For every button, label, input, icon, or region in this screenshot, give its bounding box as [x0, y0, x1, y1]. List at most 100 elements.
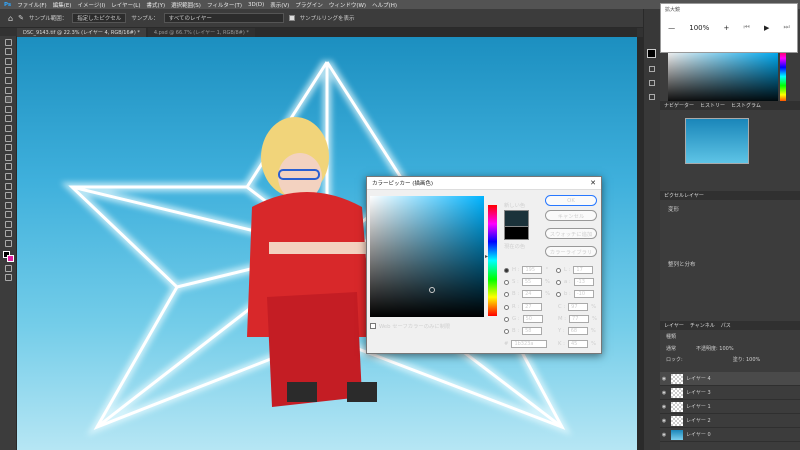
properties-panel-icon[interactable]: [649, 80, 655, 86]
zoom-tool-icon[interactable]: [4, 230, 12, 238]
hex-input[interactable]: 1b323a: [511, 340, 548, 348]
tab-4-psd[interactable]: 4.psd @ 66.7% (レイヤー 1, RGB/8#) *: [147, 28, 255, 37]
fill-value[interactable]: 100%: [746, 357, 760, 363]
eraser-tool-icon[interactable]: [4, 144, 12, 152]
screen-mode-icon[interactable]: [4, 274, 12, 282]
navigator-thumbnail[interactable]: [685, 118, 749, 164]
adjustments-panel-icon[interactable]: [649, 94, 655, 100]
b-radio[interactable]: [504, 291, 509, 297]
visibility-eye-icon[interactable]: ◉: [660, 404, 668, 410]
history-panel-icon[interactable]: [649, 66, 655, 72]
color-libraries-button[interactable]: カラーライブラリ: [545, 246, 597, 257]
cyan-input[interactable]: 97: [568, 303, 589, 311]
visibility-eye-icon[interactable]: ◉: [660, 376, 668, 382]
r-radio[interactable]: [504, 304, 509, 310]
type-tool-icon[interactable]: [4, 192, 12, 200]
tab-paths[interactable]: パス: [721, 322, 731, 329]
hue-input[interactable]: 195: [522, 266, 543, 274]
visibility-eye-icon[interactable]: ◉: [660, 390, 668, 396]
skip-back-icon[interactable]: ⏮: [743, 23, 749, 32]
layer-row[interactable]: ◉ レイヤー 1: [660, 400, 800, 414]
healing-tool-icon[interactable]: [4, 105, 12, 113]
menu-item[interactable]: 表示(V): [270, 1, 289, 9]
eyedropper-icon[interactable]: ✎: [18, 14, 24, 22]
lab-b-radio[interactable]: [556, 291, 561, 297]
opacity-value[interactable]: 100%: [719, 346, 733, 352]
tab-properties[interactable]: ピクセルレイヤー: [664, 192, 704, 199]
menu-item[interactable]: イメージ(I): [77, 1, 105, 9]
tab-layers[interactable]: レイヤー: [664, 322, 684, 329]
zoom-out-button[interactable]: —: [668, 24, 675, 32]
sample-select[interactable]: すべてのレイヤー: [163, 13, 284, 23]
layer-row[interactable]: ◉ レイヤー 3: [660, 386, 800, 400]
hue-slider[interactable]: [488, 205, 497, 316]
visibility-eye-icon[interactable]: ◉: [660, 432, 668, 438]
dodge-tool-icon[interactable]: [4, 172, 12, 180]
layer-row[interactable]: ◉ レイヤー 4: [660, 372, 800, 386]
home-icon[interactable]: ⌂: [8, 14, 13, 23]
quick-select-tool-icon[interactable]: [4, 67, 12, 75]
h-radio[interactable]: [504, 267, 509, 273]
background-color-swatch[interactable]: [7, 255, 14, 263]
bb-radio[interactable]: [504, 328, 509, 334]
menu-item[interactable]: 書式(Y): [146, 1, 165, 9]
lasso-tool-icon[interactable]: [4, 57, 12, 65]
menu-item[interactable]: ヘルプ(H): [372, 1, 397, 9]
visibility-eye-icon[interactable]: ◉: [660, 418, 668, 424]
tab-channels[interactable]: チャンネル: [690, 322, 715, 329]
s-radio[interactable]: [504, 279, 509, 285]
color-field[interactable]: [370, 196, 484, 317]
hue-slider-handle-icon[interactable]: ▸: [485, 253, 488, 260]
marquee-tool-icon[interactable]: [4, 48, 12, 56]
frame-tool-icon[interactable]: [4, 86, 12, 94]
sample-size-select[interactable]: 指定したピクセル: [72, 13, 127, 23]
hand-tool-icon[interactable]: [4, 220, 12, 228]
menu-item[interactable]: 編集(E): [53, 1, 72, 9]
layer-kind-filter[interactable]: 種類: [666, 333, 676, 340]
menu-item[interactable]: フィルター(T): [207, 1, 242, 9]
color-panel-hue[interactable]: [780, 49, 786, 104]
skip-forward-icon[interactable]: ⏭: [784, 23, 790, 32]
web-only-checkbox[interactable]: [370, 323, 376, 329]
l-radio[interactable]: [556, 267, 561, 273]
ok-button[interactable]: OK: [545, 195, 597, 206]
blue-input[interactable]: 58: [522, 327, 543, 335]
menu-item[interactable]: ファイル(F): [17, 1, 46, 9]
show-ring-checkbox[interactable]: [288, 15, 295, 21]
a-radio[interactable]: [556, 279, 561, 285]
history-brush-tool-icon[interactable]: [4, 134, 12, 142]
tab-navigator[interactable]: ナビゲーター: [664, 102, 694, 109]
menu-item[interactable]: プラグイン: [295, 1, 323, 9]
more-tools-icon[interactable]: [4, 240, 12, 248]
tab-histogram[interactable]: ヒストグラム: [731, 102, 761, 109]
brightness-input[interactable]: 24: [522, 290, 543, 298]
crop-tool-icon[interactable]: [4, 76, 12, 84]
color-field-cursor[interactable]: [429, 287, 435, 293]
gradient-tool-icon[interactable]: [4, 153, 12, 161]
play-icon[interactable]: ▶: [764, 24, 769, 32]
color-panel-icon[interactable]: [647, 49, 656, 58]
red-input[interactable]: 27: [522, 303, 543, 311]
pen-tool-icon[interactable]: [4, 182, 12, 190]
saturation-input[interactable]: 55: [521, 278, 542, 286]
add-to-swatches-button[interactable]: スウォッチに追加: [545, 228, 597, 239]
black-input[interactable]: 45: [567, 340, 588, 348]
menu-item[interactable]: ウィンドウ(W): [329, 1, 366, 9]
current-color-swatch[interactable]: [504, 227, 529, 240]
layer-row[interactable]: ◉ レイヤー 0: [660, 428, 800, 442]
stamp-tool-icon[interactable]: [4, 124, 12, 132]
green-input[interactable]: 50: [522, 315, 543, 323]
tab-history[interactable]: ヒストリー: [700, 102, 725, 109]
path-select-tool-icon[interactable]: [4, 201, 12, 209]
tab-dsc-9143[interactable]: DSC_9143.tif @ 22.3% (レイヤー 4, RGB/16#) *: [17, 28, 146, 37]
yellow-input[interactable]: 68: [567, 327, 588, 335]
menu-item[interactable]: 選択範囲(S): [171, 1, 201, 9]
quick-mask-icon[interactable]: [4, 264, 12, 272]
brush-tool-icon[interactable]: [4, 115, 12, 123]
cancel-button[interactable]: キャンセル: [545, 210, 597, 221]
magenta-input[interactable]: 77: [569, 315, 590, 323]
lab-a-input[interactable]: -13: [573, 278, 594, 286]
shape-tool-icon[interactable]: [4, 211, 12, 219]
lab-b-input[interactable]: -10: [573, 290, 594, 298]
blend-mode-select[interactable]: 通常: [666, 345, 676, 352]
